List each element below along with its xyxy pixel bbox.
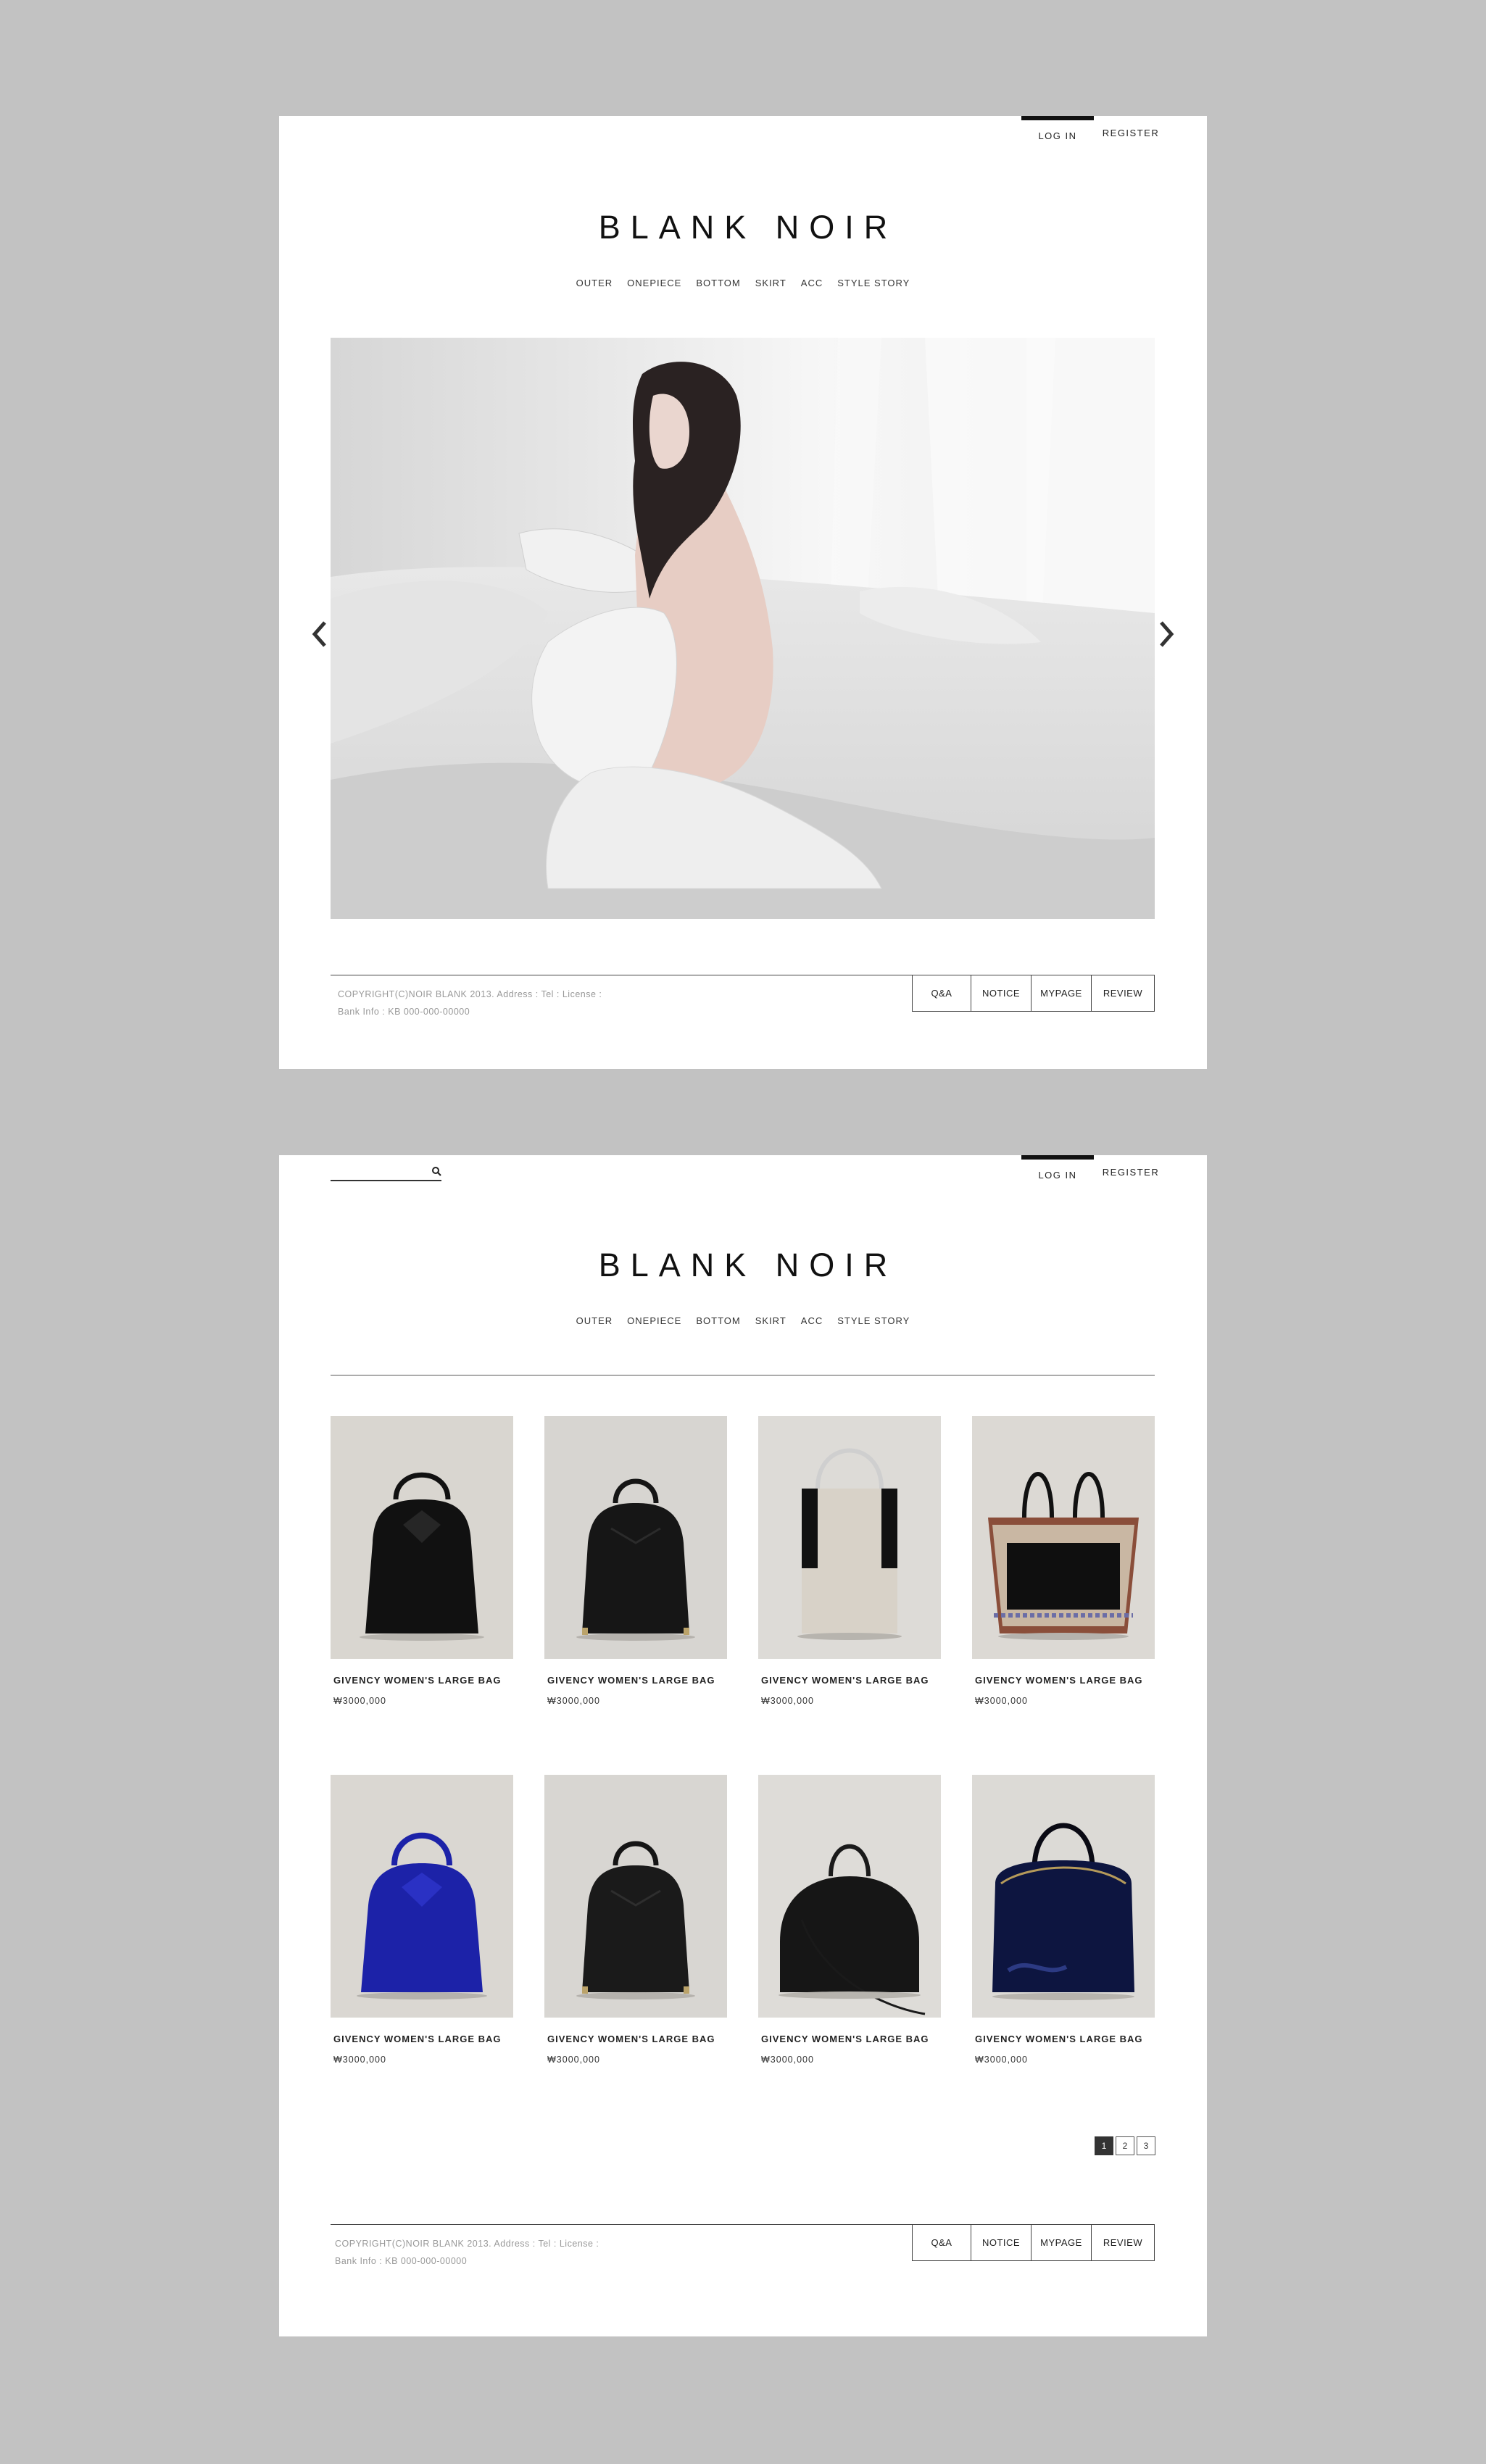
nav-item-bottom[interactable]: BOTTOM (689, 278, 747, 288)
product-name[interactable]: GIVENCY WOMEN'S LARGE BAG (331, 2034, 513, 2044)
mypage-button[interactable]: MYPAGE (1031, 2225, 1092, 2261)
register-link[interactable]: REGISTER (1098, 1155, 1163, 1184)
nav-item-onepiece[interactable]: ONEPIECE (620, 1315, 689, 1326)
footer-copyright: COPYRIGHT(C)NOIR BLANK 2013. Address : T… (335, 2239, 599, 2249)
product-card[interactable]: GIVENCY WOMEN'S LARGE BAG ₩3000,000 (544, 1775, 727, 2065)
product-price: ₩3000,000 (761, 1696, 814, 1706)
home-page-panel: LOG IN REGISTER BLANK NOIR OUTER ONEPIEC… (279, 116, 1207, 1069)
login-link[interactable]: LOG IN (1021, 1155, 1094, 1184)
auth-links: LOG IN REGISTER (1021, 116, 1163, 145)
footer-copyright: COPYRIGHT(C)NOIR BLANK 2013. Address : T… (338, 989, 602, 999)
product-card[interactable]: GIVENCY WOMEN'S LARGE BAG ₩3000,000 (972, 1775, 1155, 2065)
product-name[interactable]: GIVENCY WOMEN'S LARGE BAG (544, 2034, 727, 2044)
review-button[interactable]: REVIEW (1091, 975, 1155, 1012)
product-name[interactable]: GIVENCY WOMEN'S LARGE BAG (758, 2034, 941, 2044)
product-price: ₩3000,000 (333, 1696, 386, 1706)
hero-photo-illustration (331, 338, 1155, 919)
nav-item-outer[interactable]: OUTER (569, 1315, 620, 1326)
footer-bank-info: Bank Info : KB 000-000-00000 (335, 2256, 468, 2266)
page-button-3[interactable]: 3 (1137, 2136, 1155, 2155)
main-nav: OUTER ONEPIECE BOTTOM SKIRT ACC STYLE ST… (279, 1315, 1207, 1326)
auth-links: LOG IN REGISTER (1021, 1155, 1163, 1184)
site-footer: COPYRIGHT(C)NOIR BLANK 2013. Address : T… (331, 975, 1155, 1017)
footer-buttons: Q&A NOTICE MYPAGE REVIEW (912, 975, 1155, 1012)
product-image[interactable] (544, 1775, 727, 2018)
nav-item-onepiece[interactable]: ONEPIECE (620, 278, 689, 288)
footer-bank-info: Bank Info : KB 000-000-00000 (338, 1007, 470, 1017)
nav-item-style-story[interactable]: STYLE STORY (830, 278, 917, 288)
product-name[interactable]: GIVENCY WOMEN'S LARGE BAG (972, 2034, 1155, 2044)
product-image[interactable] (972, 1775, 1155, 2018)
product-image[interactable] (972, 1416, 1155, 1659)
product-price: ₩3000,000 (333, 2055, 386, 2065)
nav-item-outer[interactable]: OUTER (569, 278, 620, 288)
nav-item-skirt[interactable]: SKIRT (748, 278, 794, 288)
product-price: ₩3000,000 (975, 2055, 1028, 2065)
page-button-1[interactable]: 1 (1095, 2136, 1113, 2155)
product-price: ₩3000,000 (547, 1696, 600, 1706)
slider-next-icon[interactable] (1158, 620, 1176, 649)
product-image[interactable] (758, 1416, 941, 1659)
nav-item-acc[interactable]: ACC (794, 1315, 830, 1326)
review-button[interactable]: REVIEW (1091, 2225, 1155, 2261)
notice-button[interactable]: NOTICE (971, 975, 1032, 1012)
nav-item-skirt[interactable]: SKIRT (748, 1315, 794, 1326)
site-logo[interactable]: BLANK NOIR (279, 209, 1207, 246)
product-price: ₩3000,000 (761, 2055, 814, 2065)
site-logo[interactable]: BLANK NOIR (279, 1246, 1207, 1284)
product-image[interactable] (758, 1775, 941, 2018)
product-card[interactable]: GIVENCY WOMEN'S LARGE BAG ₩3000,000 (758, 1416, 941, 1706)
footer-buttons: Q&A NOTICE MYPAGE REVIEW (912, 2225, 1155, 2261)
nav-item-style-story[interactable]: STYLE STORY (830, 1315, 917, 1326)
product-price: ₩3000,000 (975, 1696, 1028, 1706)
product-card[interactable]: GIVENCY WOMEN'S LARGE BAG ₩3000,000 (544, 1416, 727, 1706)
product-name[interactable]: GIVENCY WOMEN'S LARGE BAG (544, 1675, 727, 1686)
pagination: 1 2 3 (1095, 2136, 1155, 2155)
mypage-button[interactable]: MYPAGE (1031, 975, 1092, 1012)
product-card[interactable]: GIVENCY WOMEN'S LARGE BAG ₩3000,000 (331, 1775, 513, 2065)
product-price: ₩3000,000 (547, 2055, 600, 2065)
product-image[interactable] (331, 1416, 513, 1659)
search-box (331, 1164, 441, 1181)
search-icon[interactable] (431, 1166, 441, 1176)
register-link[interactable]: REGISTER (1098, 116, 1163, 145)
nav-item-acc[interactable]: ACC (794, 278, 830, 288)
hero-image (331, 338, 1155, 919)
qa-button[interactable]: Q&A (912, 975, 971, 1012)
main-nav: OUTER ONEPIECE BOTTOM SKIRT ACC STYLE ST… (279, 278, 1207, 288)
nav-item-bottom[interactable]: BOTTOM (689, 1315, 747, 1326)
product-name[interactable]: GIVENCY WOMEN'S LARGE BAG (972, 1675, 1155, 1686)
footer-info: COPYRIGHT(C)NOIR BLANK 2013. Address : T… (335, 2235, 599, 2270)
product-name[interactable]: GIVENCY WOMEN'S LARGE BAG (758, 1675, 941, 1686)
slider-prev-icon[interactable] (310, 620, 328, 649)
search-input[interactable] (331, 1164, 420, 1180)
notice-button[interactable]: NOTICE (971, 2225, 1032, 2261)
qa-button[interactable]: Q&A (912, 2225, 971, 2261)
product-card[interactable]: GIVENCY WOMEN'S LARGE BAG ₩3000,000 (331, 1416, 513, 1706)
product-list-panel: LOG IN REGISTER BLANK NOIR OUTER ONEPIEC… (279, 1155, 1207, 2336)
page-button-2[interactable]: 2 (1116, 2136, 1134, 2155)
product-card[interactable]: GIVENCY WOMEN'S LARGE BAG ₩3000,000 (758, 1775, 941, 2065)
login-link[interactable]: LOG IN (1021, 116, 1094, 145)
site-footer: COPYRIGHT(C)NOIR BLANK 2013. Address : T… (331, 2224, 1155, 2266)
product-name[interactable]: GIVENCY WOMEN'S LARGE BAG (331, 1675, 513, 1686)
footer-info: COPYRIGHT(C)NOIR BLANK 2013. Address : T… (338, 986, 602, 1020)
product-image[interactable] (331, 1775, 513, 2018)
product-card[interactable]: GIVENCY WOMEN'S LARGE BAG ₩3000,000 (972, 1416, 1155, 1706)
product-image[interactable] (544, 1416, 727, 1659)
